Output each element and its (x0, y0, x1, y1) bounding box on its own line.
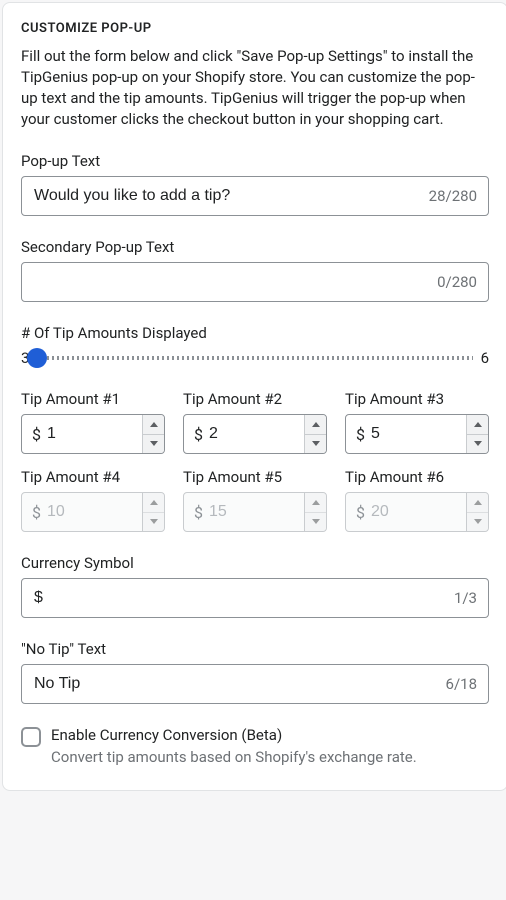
tip-amount-4-input (47, 493, 142, 531)
tip-count-label: # Of Tip Amounts Displayed (21, 324, 489, 342)
section-title: CUSTOMIZE POP-UP (21, 21, 489, 36)
chevron-down-icon (474, 519, 482, 524)
currency-prefix: $ (22, 493, 47, 531)
tip-amount-3-decrement[interactable] (467, 435, 488, 454)
secondary-text-label: Secondary Pop-up Text (21, 238, 489, 256)
no-tip-label: "No Tip" Text (21, 640, 489, 658)
tip-amount-6-decrement (467, 513, 488, 532)
currency-symbol-label: Currency Symbol (21, 554, 489, 572)
tip-amount-1-stepper[interactable]: $ (21, 414, 165, 454)
chevron-up-icon (150, 500, 158, 505)
chevron-up-icon (312, 500, 320, 505)
chevron-down-icon (312, 519, 320, 524)
tip-amount-6-label: Tip Amount #6 (345, 468, 489, 486)
chevron-up-icon (150, 422, 158, 427)
tip-amount-1-label: Tip Amount #1 (21, 390, 165, 408)
slider-track (37, 356, 472, 360)
tip-amount-2-stepper[interactable]: $ (183, 414, 327, 454)
chevron-down-icon (150, 441, 158, 446)
currency-conversion-checkbox[interactable] (21, 727, 41, 747)
currency-prefix: $ (184, 493, 209, 531)
chevron-up-icon (474, 422, 482, 427)
tip-amount-1-input[interactable] (47, 415, 142, 453)
slider-thumb[interactable] (27, 348, 47, 368)
currency-prefix: $ (184, 415, 209, 453)
tip-amount-5-increment (305, 493, 326, 513)
tip-amount-4-stepper: $ (21, 492, 165, 532)
tip-amount-3-label: Tip Amount #3 (345, 390, 489, 408)
tip-amount-2-increment[interactable] (305, 415, 326, 435)
tip-amount-4-decrement (143, 513, 164, 532)
currency-conversion-help: Convert tip amounts based on Shopify's e… (51, 748, 417, 766)
tip-amount-5-decrement (305, 513, 326, 532)
chevron-down-icon (474, 441, 482, 446)
currency-prefix: $ (346, 415, 371, 453)
currency-prefix: $ (346, 493, 371, 531)
chevron-down-icon (312, 441, 320, 446)
tip-amount-4-increment (143, 493, 164, 513)
tip-amount-5-stepper: $ (183, 492, 327, 532)
popup-text-input[interactable] (21, 176, 489, 216)
tip-amount-1-increment[interactable] (143, 415, 164, 435)
tip-amount-2-input[interactable] (209, 415, 304, 453)
chevron-up-icon (312, 422, 320, 427)
tip-amount-1-decrement[interactable] (143, 435, 164, 454)
no-tip-input[interactable] (21, 664, 489, 704)
tip-amount-5-input (209, 493, 304, 531)
secondary-text-input[interactable] (21, 262, 489, 302)
slider-max: 6 (481, 349, 489, 367)
tip-amount-2-decrement[interactable] (305, 435, 326, 454)
tip-amount-2-label: Tip Amount #2 (183, 390, 327, 408)
tip-amount-3-increment[interactable] (467, 415, 488, 435)
chevron-up-icon (474, 500, 482, 505)
chevron-down-icon (150, 519, 158, 524)
tip-amount-6-stepper: $ (345, 492, 489, 532)
tip-count-slider[interactable] (37, 348, 472, 368)
tip-amount-3-input[interactable] (371, 415, 466, 453)
currency-symbol-input[interactable] (21, 578, 489, 618)
tip-amount-4-label: Tip Amount #4 (21, 468, 165, 486)
popup-text-label: Pop-up Text (21, 152, 489, 170)
tip-amount-5-label: Tip Amount #5 (183, 468, 327, 486)
section-description: Fill out the form below and click "Save … (21, 46, 489, 130)
tip-amount-6-input (371, 493, 466, 531)
currency-prefix: $ (22, 415, 47, 453)
customize-popup-card: CUSTOMIZE POP-UP Fill out the form below… (2, 2, 506, 791)
currency-conversion-label: Enable Currency Conversion (Beta) (51, 726, 489, 744)
tip-amount-6-increment (467, 493, 488, 513)
tip-amount-3-stepper[interactable]: $ (345, 414, 489, 454)
